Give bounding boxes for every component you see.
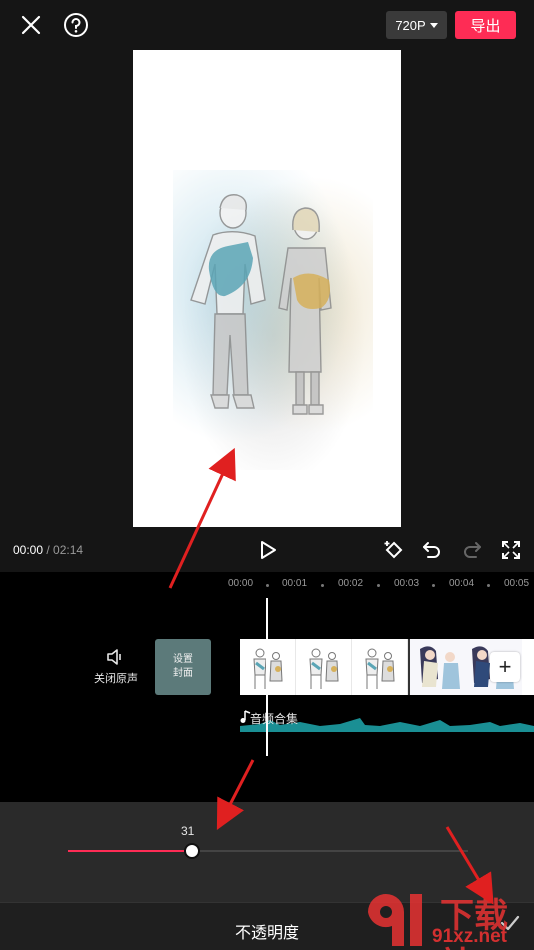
playback-controls: 00:00 / 02:14 (0, 530, 534, 570)
timeline[interactable]: 00:00 00:01 00:02 00:03 00:04 00:05 关闭原声… (0, 572, 534, 802)
cover-label-line1: 设置 (173, 654, 193, 665)
time-display: 00:00 / 02:14 (13, 543, 83, 557)
fullscreen-icon[interactable] (497, 536, 525, 564)
chevron-down-icon (429, 22, 438, 28)
site-watermark: 下载站 91xz.net (360, 888, 534, 950)
set-cover-button[interactable]: 设置 封面 (155, 639, 211, 695)
ruler-tick: 00:02 (338, 578, 364, 589)
help-icon[interactable] (62, 11, 90, 39)
clip-frame (296, 639, 352, 695)
audio-track-label: 音频合集 (250, 712, 299, 726)
ruler-tick: 00:00 (228, 578, 254, 589)
ruler-dot (321, 584, 324, 587)
undo-icon[interactable] (418, 536, 446, 564)
opacity-value-label: 31 (181, 824, 195, 838)
resolution-dropdown[interactable]: 720P (386, 11, 447, 39)
couple-illustration (190, 194, 332, 415)
ruler-dot (487, 584, 490, 587)
time-separator: / (43, 543, 54, 557)
ruler-tick: 00:03 (394, 578, 420, 589)
opacity-slider-thumb[interactable] (184, 843, 200, 859)
watermark-logo (368, 894, 422, 946)
watermark-bottom-text: 91xz.net (432, 926, 507, 947)
opacity-panel: 31 (0, 802, 534, 902)
play-icon[interactable] (254, 536, 282, 564)
audio-track[interactable]: 音频合集 (240, 700, 534, 732)
ruler-dot (266, 584, 269, 587)
top-bar: 720P 导出 (0, 0, 534, 50)
mute-original-button[interactable]: 关闭原声 (90, 648, 142, 686)
ruler-dot (432, 584, 435, 587)
redo-icon[interactable] (458, 536, 486, 564)
time-ruler: 00:00 00:01 00:02 00:03 00:04 00:05 (0, 578, 534, 592)
ruler-tick: 00:05 (504, 578, 530, 589)
ruler-dot (377, 584, 380, 587)
export-button[interactable]: 导出 (455, 11, 516, 39)
opacity-slider-fill (68, 850, 192, 852)
cover-label-line2: 封面 (173, 668, 193, 679)
resolution-label: 720P (395, 17, 426, 33)
total-time: 02:14 (53, 543, 84, 557)
clip-frame (240, 639, 296, 695)
clip-frame (352, 639, 408, 695)
playhead[interactable] (266, 598, 268, 756)
keyframe-icon[interactable] (380, 536, 408, 564)
opacity-slider[interactable] (68, 843, 468, 859)
mute-label: 关闭原声 (94, 673, 138, 685)
close-icon[interactable] (17, 11, 45, 39)
ruler-tick: 00:04 (449, 578, 475, 589)
video-preview (133, 50, 401, 527)
current-time: 00:00 (13, 543, 44, 557)
ruler-tick: 00:01 (282, 578, 308, 589)
speaker-icon (107, 649, 121, 665)
clip-frame (410, 639, 466, 695)
add-clip-button[interactable]: + (490, 652, 520, 682)
